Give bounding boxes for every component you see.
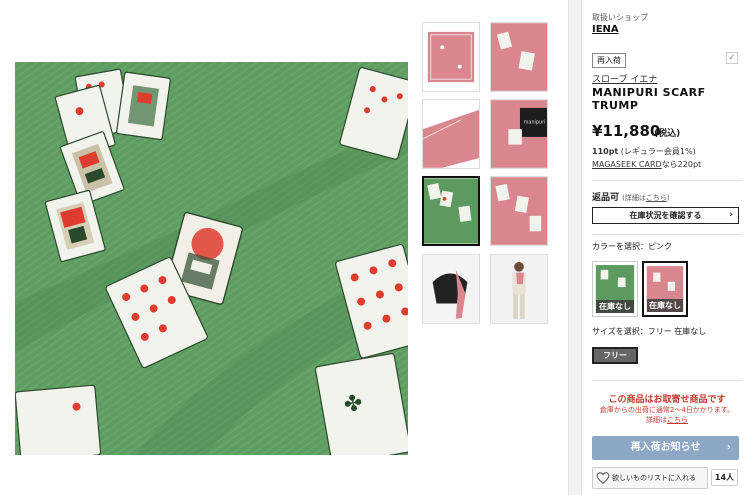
color-swatch-green[interactable]: 在庫なし	[592, 261, 638, 317]
color-select-label: カラーを選択：ピンク	[592, 242, 672, 251]
returns-text: 返品可	[592, 193, 620, 203]
size-option-free[interactable]: フリー	[592, 347, 638, 364]
thumbnail-7[interactable]	[422, 254, 480, 324]
size-select-label: サイズを選択：フリー 在庫なし	[592, 327, 707, 336]
thumbnail-6[interactable]	[490, 176, 548, 246]
product-title: MANIPURI SCARF TRUMP	[592, 86, 706, 112]
magaseek-card-link[interactable]: MAGASEEK CARD	[592, 160, 662, 169]
panel-divider	[568, 0, 582, 495]
divider	[592, 380, 742, 381]
restock-tag: 再入荷	[592, 53, 626, 68]
shop-label: 取扱いショップ	[592, 13, 648, 22]
points-info: 110pt (レギュラー会員1%)	[592, 146, 696, 157]
color-swatch-pink[interactable]: 在庫なし	[642, 261, 688, 317]
returns-detail: (詳細は	[622, 194, 646, 202]
notice-detail-link[interactable]: こちら	[667, 416, 688, 424]
divider	[592, 234, 742, 235]
restock-notify-button[interactable]: 再入荷お知らせ ›	[592, 436, 739, 460]
svg-text:manipuri: manipuri	[524, 119, 545, 125]
thumbnail-2[interactable]	[490, 22, 548, 92]
check-stock-label: 在庫状況を確認する	[629, 211, 702, 220]
tax-label: (税込)	[654, 129, 681, 139]
returns-detail-link[interactable]: こちら	[646, 194, 667, 202]
chevron-right-icon: ›	[729, 210, 733, 220]
soldout-badge: 在庫なし	[596, 300, 634, 313]
returns-label: 返品可 (詳細はこちら)	[592, 190, 670, 203]
soldout-badge: 在庫なし	[647, 299, 683, 312]
product-price: ¥11,880	[592, 122, 661, 140]
chevron-right-icon: ›	[726, 442, 731, 453]
thumbnail-8[interactable]	[490, 254, 548, 324]
thumbnail-3[interactable]	[422, 99, 480, 169]
backorder-notice-detail: 詳細はこちら	[592, 415, 742, 425]
points-value: 110pt	[592, 147, 619, 156]
check-stock-button[interactable]: 在庫状況を確認する ›	[592, 207, 739, 224]
thumbnail-4[interactable]: manipuri	[490, 99, 548, 169]
restock-notify-label: 再入荷お知らせ	[630, 442, 701, 453]
backorder-notice-line: 倉庫からの出荷に通常2～4日かかります。	[599, 406, 735, 414]
shop-name-link[interactable]: IENA	[592, 24, 619, 35]
points-note: (レギュラー会員1%)	[620, 147, 696, 156]
magaseek-info: MAGASEEK CARDなら220pt	[592, 159, 701, 170]
thumbnail-1[interactable]	[422, 22, 480, 92]
thumbnail-5-selected[interactable]	[422, 176, 480, 246]
heart-icon	[596, 472, 610, 485]
divider	[592, 180, 742, 181]
wishlist-label: 欲しいものリストに入れる	[612, 474, 696, 482]
main-product-image[interactable]: ✤	[15, 62, 408, 455]
wishlist-count: 14人	[711, 469, 738, 486]
magaseek-points: なら220pt	[661, 160, 702, 169]
add-to-wishlist-button[interactable]: 欲しいものリストに入れる	[592, 467, 708, 489]
notice-detail-prefix: 詳細は	[646, 416, 667, 424]
brand-link[interactable]: スローブ イエナ	[592, 72, 657, 85]
backorder-notice-title: この商品はお取寄せ商品です	[608, 395, 726, 405]
check-icon[interactable]: ✓	[726, 52, 738, 64]
returns-detail-end: )	[666, 194, 670, 202]
